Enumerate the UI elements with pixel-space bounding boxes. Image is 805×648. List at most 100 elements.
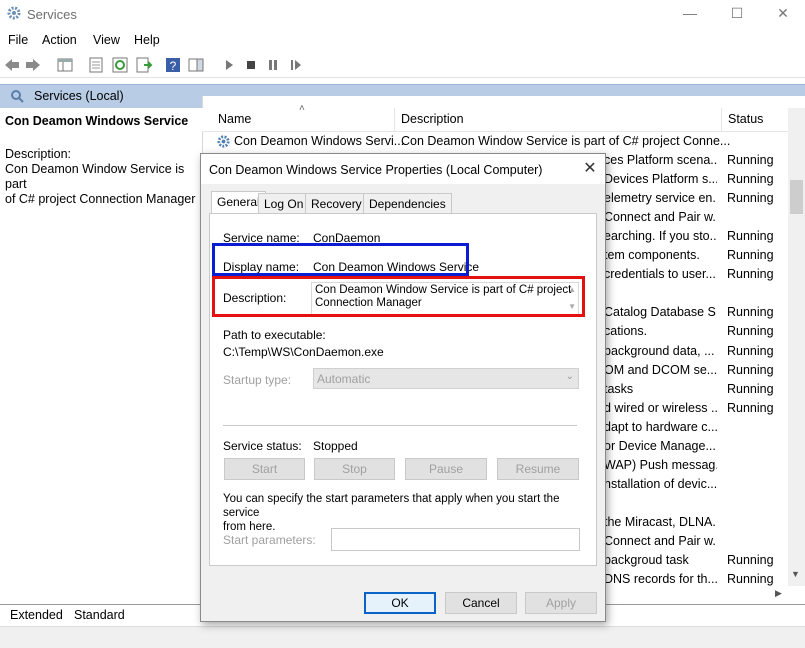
table-row[interactable]: Devices Platform s... Running — [604, 172, 788, 191]
column-description[interactable]: Description — [401, 112, 464, 126]
row-status: Running — [727, 305, 774, 319]
row-description: Con Deamon Window Service is part of C# … — [401, 134, 731, 148]
console-tree-icon[interactable] — [56, 56, 74, 74]
row-description: Devices Platform s... — [604, 172, 717, 186]
dialog-close-button[interactable]: ✕ — [579, 158, 601, 180]
startup-type-select[interactable]: Automatic ⌄ — [313, 368, 579, 389]
tab-extended[interactable]: Extended — [10, 608, 63, 622]
menu-file[interactable]: File — [8, 33, 28, 47]
table-row[interactable]: DNS records for th... Running — [604, 572, 788, 591]
forward-arrow-icon[interactable] — [24, 56, 42, 74]
back-arrow-icon[interactable] — [3, 56, 21, 74]
svg-text:?: ? — [170, 59, 177, 73]
start-button[interactable]: Start — [224, 458, 305, 480]
export-list-icon[interactable] — [135, 56, 153, 74]
table-row[interactable]: ces Platform scena... Running — [604, 153, 788, 172]
tab-standard[interactable]: Standard — [74, 608, 125, 622]
column-status[interactable]: Status — [728, 112, 763, 126]
row-description: dapt to hardware c... — [604, 420, 717, 434]
table-row[interactable]: earching. If you sto... Running — [604, 229, 788, 248]
start-params-input[interactable] — [331, 528, 580, 551]
table-row[interactable]: WAP) Push messag... — [604, 458, 788, 477]
column-header: Name ˄ Description Status — [202, 103, 788, 132]
services-gear-icon — [7, 6, 21, 20]
ok-button[interactable]: OK — [364, 592, 436, 614]
table-row[interactable]: nstallation of devic... — [604, 477, 788, 496]
table-row[interactable]: Con Deamon Windows Servi... Con Deamon W… — [214, 132, 788, 151]
scroll-down-icon[interactable]: ▼ — [791, 569, 800, 579]
row-description: background data, ... — [604, 344, 715, 358]
menu-view[interactable]: View — [93, 33, 120, 47]
row-status: Running — [727, 363, 774, 377]
tab-dependencies[interactable]: Dependencies — [363, 193, 452, 213]
row-status: Running — [727, 324, 774, 338]
row-status: Running — [727, 401, 774, 415]
service-gear-icon — [217, 135, 230, 148]
scroll-right-icon[interactable]: ▶ — [775, 588, 782, 599]
table-row[interactable]: tem components. Running — [604, 248, 788, 267]
show-hide-pane-icon[interactable] — [187, 56, 205, 74]
table-row[interactable]: cations. Running — [604, 324, 788, 343]
help-icon[interactable]: ? — [164, 56, 182, 74]
row-description: Catalog Database S... — [604, 305, 717, 319]
left-description-pane: Con Deamon Windows Service Description: … — [0, 108, 202, 604]
stop-button[interactable]: Stop — [314, 458, 395, 480]
menu-bar: File Action View Help — [0, 30, 805, 50]
sort-caret-icon: ˄ — [299, 103, 305, 114]
row-description: nstallation of devic... — [604, 477, 717, 491]
row-description: earching. If you sto... — [604, 229, 717, 243]
row-status: Running — [727, 248, 774, 262]
window-titlebar: Services — ☐ ✕ — [0, 0, 805, 28]
table-row[interactable]: Catalog Database S... Running — [604, 305, 788, 324]
refresh-icon[interactable] — [111, 56, 129, 74]
row-status: Running — [727, 382, 774, 396]
restart-service-icon[interactable] — [287, 56, 305, 74]
menu-help[interactable]: Help — [134, 33, 160, 47]
table-row[interactable]: d wired or wireless ... Running — [604, 401, 788, 420]
close-window-button[interactable]: ✕ — [765, 2, 801, 24]
row-description: DNS records for th... — [604, 572, 717, 586]
description-highlight — [212, 276, 585, 317]
table-row[interactable]: background data, ... Running — [604, 344, 788, 363]
row-name: Con Deamon Windows Servi... — [234, 134, 405, 148]
table-row[interactable]: the Miracast, DLNA... — [604, 515, 788, 534]
apply-button[interactable]: Apply — [525, 592, 597, 614]
row-description: tasks — [604, 382, 634, 396]
search-gear-icon — [11, 90, 24, 103]
table-row[interactable]: tasks Running — [604, 382, 788, 401]
table-row[interactable]: or Device Manage... — [604, 439, 788, 458]
minimize-button[interactable]: — — [672, 2, 708, 24]
table-row[interactable]: credentials to user... Running — [604, 267, 788, 286]
row-description: d wired or wireless ... — [604, 401, 717, 415]
play-service-icon[interactable] — [220, 56, 238, 74]
table-row[interactable]: dapt to hardware c... — [604, 420, 788, 439]
properties-sheet-icon[interactable] — [87, 56, 105, 74]
path-label: Path to executable: — [223, 328, 326, 342]
row-description: Connect and Pair w... — [604, 534, 717, 548]
window-title: Services — [27, 7, 77, 22]
description-text: Con Deamon Window Service is part of C# … — [5, 162, 196, 206]
toolbar: ? — [0, 52, 805, 78]
tab-recovery[interactable]: Recovery — [305, 193, 368, 213]
menu-action[interactable]: Action — [42, 33, 77, 47]
row-status: Running — [727, 553, 774, 567]
pause-service-icon[interactable] — [264, 56, 282, 74]
maximize-button[interactable]: ☐ — [719, 2, 755, 24]
stop-service-icon[interactable] — [242, 56, 260, 74]
resume-button[interactable]: Resume — [497, 458, 579, 480]
scrollbar-thumb[interactable] — [790, 180, 803, 214]
table-row[interactable] — [604, 496, 788, 515]
tab-log-on[interactable]: Log On — [258, 193, 310, 213]
cancel-button[interactable]: Cancel — [445, 592, 517, 614]
table-row[interactable] — [604, 286, 788, 305]
table-row[interactable]: elemetry service en... Running — [604, 191, 788, 210]
pause-button[interactable]: Pause — [405, 458, 487, 480]
table-row[interactable]: OM and DCOM se... Running — [604, 363, 788, 382]
table-row[interactable]: Connect and Pair w... — [604, 210, 788, 229]
column-name[interactable]: Name — [218, 112, 251, 126]
row-status: Running — [727, 153, 774, 167]
row-description: OM and DCOM se... — [604, 363, 717, 377]
table-row[interactable]: backgroud task Running — [604, 553, 788, 572]
description-label: Description: — [5, 147, 71, 161]
table-row[interactable]: Connect and Pair w... — [604, 534, 788, 553]
